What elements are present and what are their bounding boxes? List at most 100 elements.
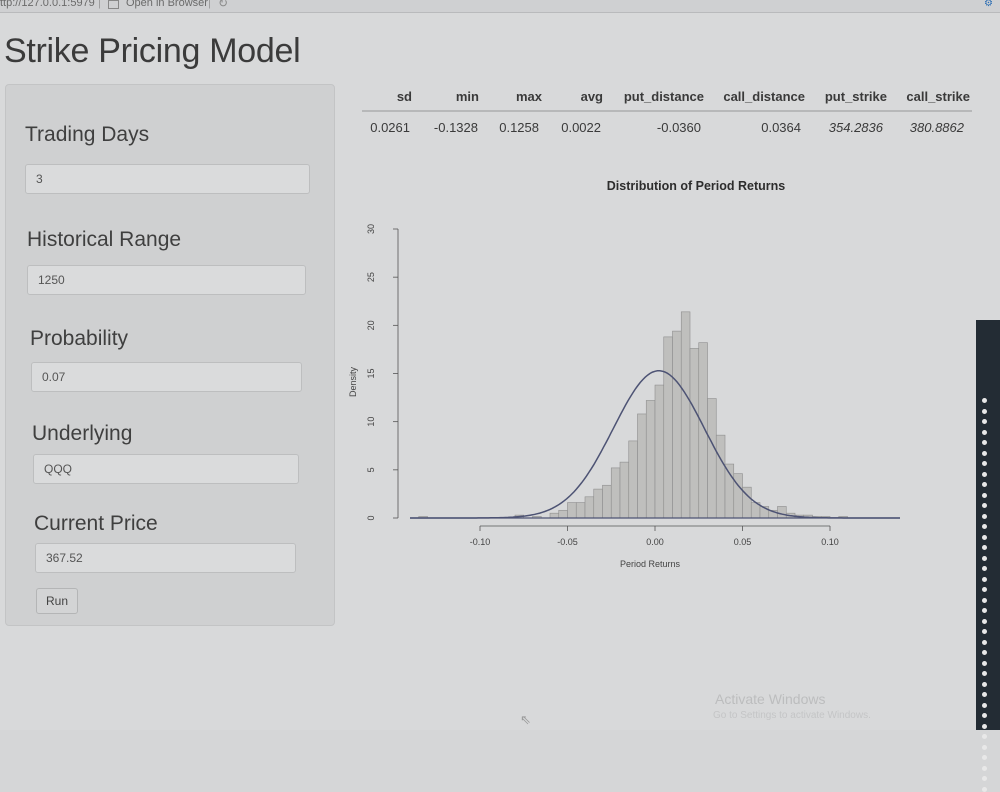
x-axis: -0.10 -0.05 0.00 0.05 0.10	[470, 525, 839, 547]
edge-dot	[982, 744, 987, 750]
histogram-bar	[680, 311, 691, 519]
toolbar-divider: |	[98, 0, 101, 9]
edge-dot	[982, 650, 987, 655]
table-header-call-distance: call_distance	[723, 89, 805, 104]
edge-dot	[982, 618, 987, 624]
corner-icon: ⚙	[984, 0, 993, 9]
edge-dot	[982, 503, 987, 508]
edge-dot	[982, 587, 987, 592]
edge-dot	[982, 755, 987, 760]
table-cell-avg: 0.0022	[561, 120, 601, 135]
edge-dot	[982, 660, 987, 666]
activate-windows-subtitle: Go to Settings to activate Windows.	[713, 710, 871, 721]
historical-range-label: Historical Range	[27, 228, 182, 251]
edge-dot	[982, 555, 987, 561]
edge-dot	[982, 524, 987, 529]
probability-label: Probability	[30, 327, 129, 350]
edge-dot	[982, 692, 987, 697]
table-cell-put-distance: -0.0360	[656, 120, 701, 135]
edge-dot	[982, 482, 987, 487]
table-header-max: max	[515, 89, 542, 104]
histogram-bar	[715, 434, 726, 519]
browser-bar: ttp://127.0.0.1:5979 | Open in Browser |…	[0, 0, 1000, 13]
x-tick-label: 0.00	[646, 537, 664, 547]
table-cell-call-distance: 0.0364	[761, 120, 801, 135]
histogram-chart: Distribution of Period Returns 0 5 10 15 20 2…	[348, 179, 900, 569]
edge-dot	[982, 629, 987, 634]
y-tick-label: 30	[366, 224, 376, 234]
table-header-min: min	[455, 89, 479, 104]
edge-dot	[982, 440, 987, 445]
probability-input[interactable]	[31, 362, 302, 392]
y-tick-label: 20	[366, 320, 376, 330]
histogram-bar	[698, 342, 708, 519]
edge-dot	[982, 461, 987, 466]
edge-dot	[982, 639, 987, 645]
edge-dot	[982, 597, 987, 603]
edge-dot	[982, 786, 987, 792]
dark-edge-panel	[976, 320, 1000, 792]
edge-dot	[982, 545, 987, 550]
mouse-cursor-icon: ⇖	[520, 712, 531, 727]
edge-dot	[982, 450, 987, 456]
histogram-bar	[549, 512, 560, 519]
current-price-input[interactable]	[35, 543, 296, 573]
histogram-bar	[645, 400, 656, 519]
histogram-bar	[558, 509, 568, 519]
histogram-bar	[628, 440, 638, 519]
x-tick-label: -0.10	[470, 537, 491, 547]
trading-days-label: Trading Days	[25, 123, 150, 146]
edge-dot	[982, 765, 987, 771]
table-divider	[362, 110, 972, 112]
run-button[interactable]: Run	[36, 588, 78, 614]
y-axis-label: Density	[348, 366, 358, 397]
open-in-browser-button[interactable]: Open in Browser	[126, 0, 208, 9]
histogram-bar	[689, 348, 700, 519]
table-header-sd: sd	[396, 89, 412, 104]
histogram-bar	[584, 496, 595, 519]
trading-days-input[interactable]	[25, 164, 310, 194]
edge-dot	[982, 566, 987, 571]
url-text[interactable]: ttp://127.0.0.1:5979	[0, 0, 95, 9]
toolbar-divider: |	[208, 0, 211, 9]
histogram-bar	[619, 461, 630, 519]
table-cell-max: 0.1258	[499, 120, 539, 135]
edge-dot	[982, 723, 987, 729]
x-tick-label: 0.05	[734, 537, 752, 547]
histogram-bar	[593, 488, 603, 519]
historical-range-input[interactable]	[27, 265, 306, 295]
histogram-bar	[610, 467, 621, 519]
x-tick-label: -0.05	[557, 537, 578, 547]
edge-dot	[982, 671, 987, 676]
histogram-bar	[602, 484, 612, 519]
edge-dot	[982, 681, 987, 687]
underlying-label: Underlying	[32, 422, 133, 445]
y-tick-label: 0	[366, 515, 376, 520]
y-tick-label: 5	[366, 467, 376, 472]
edge-dot	[982, 492, 987, 498]
table-cell-call-strike: 380.8862	[909, 120, 964, 135]
x-axis-label: Period Returns	[620, 559, 681, 569]
table-header-put-strike: put_strike	[824, 89, 887, 104]
histogram-bar	[567, 502, 577, 519]
edge-dot	[982, 776, 987, 781]
edge-dot	[982, 534, 987, 540]
histogram-bar	[663, 336, 673, 519]
refresh-icon[interactable]: ↻	[218, 0, 228, 10]
histogram-bar	[672, 330, 682, 519]
edge-dot	[982, 576, 987, 582]
edge-dot	[982, 429, 987, 435]
chart-title: Distribution of Period Returns	[607, 179, 786, 193]
window-icon	[108, 0, 119, 9]
table-cell-min: -0.1328	[433, 120, 478, 135]
underlying-input[interactable]	[33, 454, 299, 484]
histogram-bars	[410, 311, 900, 519]
edge-dot	[982, 398, 987, 403]
edge-dot	[982, 608, 987, 613]
y-tick-label: 10	[366, 417, 376, 427]
y-tick-label: 15	[366, 368, 376, 378]
histogram-bar	[707, 398, 717, 519]
edge-dot	[982, 702, 987, 708]
y-axis: 0 5 10 15 20 25 30	[366, 224, 399, 521]
edge-dot	[982, 471, 987, 477]
